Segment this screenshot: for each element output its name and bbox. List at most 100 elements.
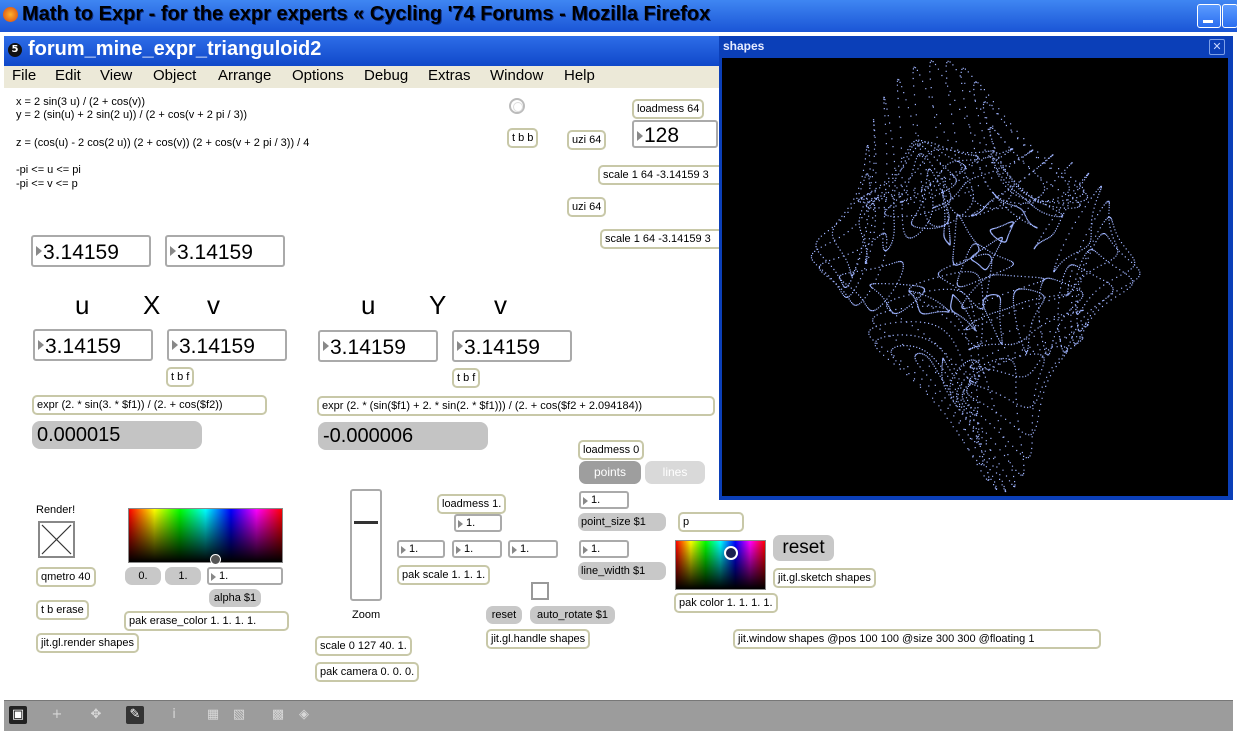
max-logo-icon: 5 [8, 43, 22, 57]
t-b-f-object-x[interactable]: t b f [166, 367, 195, 387]
maximize-icon[interactable] [1222, 4, 1237, 28]
trianguloid-render [810, 60, 1141, 493]
close-icon[interactable]: ✕ [1209, 39, 1225, 55]
uzi-object-2[interactable]: uzi 64 [567, 197, 607, 217]
line-width-number-box[interactable]: 1. [579, 540, 629, 558]
scale-object-2[interactable]: scale 1 64 -3.14159 3 [600, 229, 725, 249]
render-label: Render! [36, 504, 76, 516]
count-number-box[interactable]: 128 [632, 120, 718, 148]
pak-scale-object[interactable]: pak scale 1. 1. 1. [397, 565, 491, 585]
top-v-number-box[interactable]: 3.14159 [165, 235, 285, 267]
lock-icon[interactable]: ▣ [9, 706, 27, 724]
zoom-slider-thumb[interactable] [354, 521, 378, 524]
x-v-number-box[interactable]: 3.14159 [167, 329, 287, 361]
menu-debug[interactable]: Debug [364, 67, 408, 84]
menu-window[interactable]: Window [490, 67, 543, 84]
sketch-color-swatch[interactable] [675, 540, 766, 590]
comment-z-formula: z = (cos(u) - 2 cos(2 u)) (2 + cos(v)) (… [16, 137, 310, 149]
info-icon[interactable]: i [165, 706, 183, 724]
scale-y-number-box[interactable]: 1. [452, 540, 502, 558]
alpha-message[interactable]: alpha $1 [209, 589, 261, 607]
render-canvas[interactable] [722, 58, 1228, 496]
loadmess-1-object[interactable]: loadmess 1. [437, 494, 507, 514]
bang-button[interactable] [509, 98, 525, 114]
patcher-title: forum_mine_expr_trianguloid2 [28, 38, 322, 60]
reset-small-button[interactable]: reset [486, 606, 522, 624]
loadmess-0-object[interactable]: loadmess 0 [578, 440, 645, 460]
jit-window-object[interactable]: jit.window shapes @pos 100 100 @size 300… [733, 629, 1101, 649]
erase-color-swatch[interactable] [128, 508, 283, 565]
pak-color-object[interactable]: pak color 1. 1. 1. 1. [674, 593, 778, 613]
zoom-slider[interactable] [350, 489, 382, 601]
pak-erase-color-object[interactable]: pak erase_color 1. 1. 1. 1. [124, 611, 289, 631]
comment-y-formula: y = 2 (sin(u) + 2 sin(2 u)) / (2 + cos(v… [16, 109, 248, 121]
jit-gl-handle-object[interactable]: jit.gl.handle shapes [486, 629, 591, 649]
menu-object[interactable]: Object [153, 67, 196, 84]
auto-rotate-message[interactable]: auto_rotate $1 [530, 606, 615, 624]
firefox-icon [3, 7, 18, 22]
one-message[interactable]: 1. [165, 567, 201, 585]
zero-message[interactable]: 0. [125, 567, 161, 585]
menu-help[interactable]: Help [564, 67, 595, 84]
reset-button[interactable]: reset [773, 535, 834, 561]
y-u-number-box[interactable]: 3.14159 [318, 330, 438, 362]
jit-gl-sketch-object[interactable]: jit.gl.sketch shapes [773, 568, 876, 588]
y-v-number-box[interactable]: 3.14159 [452, 330, 572, 362]
menu-options[interactable]: Options [292, 67, 344, 84]
alpha-number-box[interactable]: 1. [207, 567, 283, 585]
deencapsulate-icon[interactable]: ▧ [230, 706, 248, 724]
points-tab[interactable]: points [579, 461, 641, 484]
label-u-y: u [361, 290, 376, 320]
comment-u-range: -pi <= u <= pi [16, 164, 81, 176]
encapsulate-icon[interactable]: ▦ [204, 706, 222, 724]
point-cloud [810, 60, 1141, 493]
menu-file[interactable]: File [12, 67, 36, 84]
patcher-toolbar [4, 700, 1233, 731]
uzi-object-1[interactable]: uzi 64 [567, 130, 607, 150]
move-icon[interactable]: ✥ [87, 706, 105, 724]
menu-extras[interactable]: Extras [428, 67, 471, 84]
t-b-b-object[interactable]: t b b [507, 128, 539, 148]
comment-x-formula: x = 2 sin(3 u) / (2 + cos(v)) [16, 96, 145, 108]
lines-tab[interactable]: lines [645, 461, 705, 484]
label-x: X [143, 290, 161, 320]
point-size-message[interactable]: point_size $1 [578, 513, 666, 531]
expr-y-object[interactable]: expr (2. * (sin($f1) + 2. * sin(2. * $f1… [317, 396, 715, 416]
menu-arrange[interactable]: Arrange [218, 67, 271, 84]
t-b-f-object-y[interactable]: t b f [452, 368, 481, 388]
p-object[interactable]: p [678, 512, 744, 532]
scale-z-number-box[interactable]: 1. [508, 540, 558, 558]
x-result-display: 0.000015 [32, 421, 202, 449]
render-toggle[interactable] [38, 521, 75, 558]
scale-x-number-box[interactable]: 1. [397, 540, 445, 558]
line-width-message[interactable]: line_width $1 [578, 562, 666, 580]
add-object-icon[interactable]: + [48, 706, 66, 724]
pak-camera-object[interactable]: pak camera 0. 0. 0. [315, 662, 420, 682]
snap-icon[interactable]: ◈ [295, 706, 313, 724]
qmetro-object[interactable]: qmetro 40 [36, 567, 96, 587]
color-picker-handle-icon[interactable] [210, 554, 221, 565]
loadmess-64-object[interactable]: loadmess 64 [632, 99, 705, 119]
point-size-number-box[interactable]: 1. [579, 491, 629, 509]
expr-x-object[interactable]: expr (2. * sin(3. * $f1)) / (2. + cos($f… [32, 395, 267, 415]
color-picker-handle-icon[interactable] [724, 546, 738, 560]
presentation-icon[interactable]: ✎ [126, 706, 144, 724]
comment-v-range: -pi <= v <= p [16, 178, 78, 190]
checked-x-icon [41, 524, 72, 555]
t-b-erase-object[interactable]: t b erase [36, 600, 89, 620]
loadmess-number-box[interactable]: 1. [454, 514, 502, 532]
minimize-icon[interactable] [1197, 4, 1221, 28]
scale-object-1[interactable]: scale 1 64 -3.14159 3 [598, 165, 725, 185]
auto-rotate-toggle[interactable] [531, 582, 549, 600]
menu-edit[interactable]: Edit [55, 67, 81, 84]
menu-view[interactable]: View [100, 67, 132, 84]
scale-zoom-object[interactable]: scale 0 127 40. 1. [315, 636, 412, 656]
x-u-number-box[interactable]: 3.14159 [33, 329, 153, 361]
label-v-x: v [207, 290, 220, 320]
label-v-y: v [494, 290, 507, 320]
grid-icon[interactable]: ▩ [269, 706, 287, 724]
y-result-display: -0.000006 [318, 422, 488, 450]
jit-gl-render-object[interactable]: jit.gl.render shapes [36, 633, 139, 653]
zoom-label: Zoom [352, 609, 381, 621]
top-u-number-box[interactable]: 3.14159 [31, 235, 151, 267]
